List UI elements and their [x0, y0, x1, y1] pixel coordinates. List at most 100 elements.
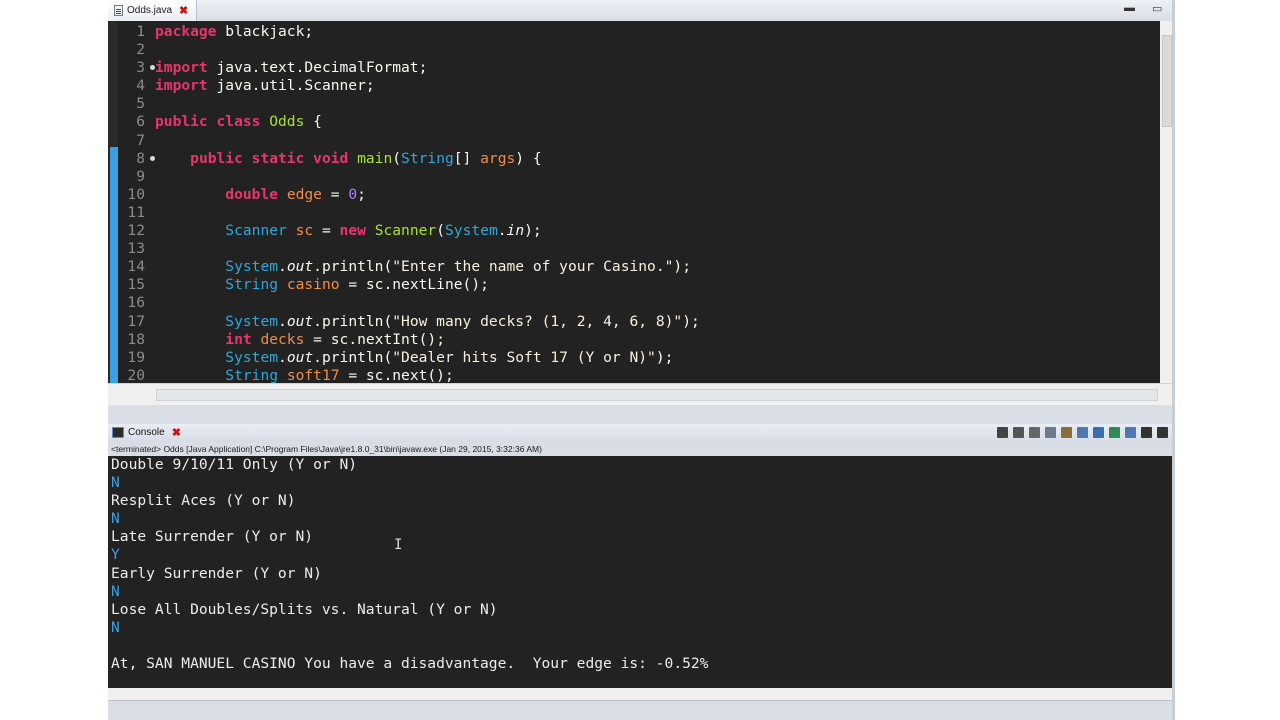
code-token: double — [225, 185, 287, 203]
pin-console-icon[interactable] — [1077, 427, 1088, 438]
code-text: import java.text.DecimalFormat; — [155, 59, 427, 77]
code-line[interactable]: 10 double edge = 0; — [118, 186, 1158, 204]
code-text: import java.util.Scanner; — [155, 77, 375, 95]
line-number: 19 — [127, 348, 145, 366]
code-text: System.out.println("Enter the name of yo… — [155, 258, 691, 276]
code-line[interactable]: 3 import java.text.DecimalFormat; — [118, 59, 1158, 77]
console-output-line: Late Surrender (Y or N) — [111, 528, 314, 546]
code-line[interactable]: 4 import java.util.Scanner; — [118, 77, 1158, 95]
code-token: ); — [655, 348, 674, 366]
code-token: String — [225, 276, 279, 294]
status-bar — [108, 700, 1172, 720]
console-output-line: Lose All Doubles/Splits vs. Natural (Y o… — [111, 600, 498, 618]
code-token: java.util.Scanner; — [207, 77, 375, 95]
code-editor[interactable]: 1 package blackjack; 2 3 import java.text.De… — [108, 21, 1172, 404]
code-token: = — [313, 222, 340, 240]
code-text: package blackjack; — [155, 23, 313, 41]
remove-all-icon[interactable] — [1029, 427, 1040, 438]
editor-tab-odds-java[interactable]: Odds.java ✖ — [108, 0, 198, 21]
code-token: ); — [524, 222, 542, 240]
close-icon[interactable]: ✖ — [172, 426, 181, 439]
code-line[interactable]: 11 — [118, 204, 1158, 222]
code-token: soft17 — [286, 366, 340, 384]
code-line[interactable]: 19 System.out.println("Dealer hits Soft … — [118, 349, 1158, 367]
code-line[interactable]: 2 — [118, 41, 1158, 59]
fold-marker-icon[interactable] — [150, 65, 155, 71]
code-token: in — [506, 222, 525, 240]
console-output[interactable]: Double 9/10/11 Only (Y or N) N Resplit Ace… — [108, 456, 1172, 688]
minimize-icon[interactable]: ▬ — [1124, 2, 1135, 14]
console-output-line: Early Surrender (Y or N) — [111, 564, 322, 582]
remove-launch-icon[interactable] — [1013, 427, 1024, 438]
code-token: int — [225, 330, 261, 348]
console-output-line: At, SAN MANUEL CASINO You have a disadva… — [111, 655, 709, 673]
code-token: ( — [392, 149, 402, 167]
code-token: import — [155, 59, 208, 77]
code-line[interactable]: 9 — [118, 168, 1158, 186]
code-line[interactable]: 1 package blackjack; — [118, 23, 1158, 41]
code-token: "Dealer hits Soft 17 (Y or N)" — [392, 348, 656, 366]
console-input-line: N — [111, 474, 120, 492]
line-number: 11 — [127, 203, 145, 221]
code-lines[interactable]: 1 package blackjack; 2 3 import java.text.De… — [118, 23, 1158, 403]
scroll-lock-icon[interactable] — [1045, 427, 1056, 438]
console-horizontal-scrollbar[interactable] — [108, 688, 1172, 700]
console-process-status: <terminated> Odds [Java Application] C:\… — [108, 442, 1172, 456]
code-line[interactable]: 18 int decks = sc.nextInt(); — [118, 331, 1158, 349]
code-token: System — [225, 348, 279, 366]
scroll-thumb[interactable] — [1162, 35, 1172, 127]
fold-marker-icon[interactable] — [150, 155, 155, 161]
code-token: args — [480, 149, 516, 167]
code-token: sc — [330, 330, 349, 348]
line-number: 8 — [118, 150, 155, 168]
code-line[interactable]: 12 Scanner sc = new Scanner(System.in); — [118, 222, 1158, 240]
code-token: { — [304, 113, 322, 131]
console-input-line: N — [111, 582, 120, 600]
code-token: String — [401, 149, 454, 167]
code-line[interactable]: 5 — [118, 95, 1158, 113]
scroll-thumb[interactable] — [156, 389, 1158, 401]
code-token: .println( — [313, 258, 393, 276]
code-line[interactable]: 13 — [118, 240, 1158, 258]
line-number: 3 — [118, 59, 155, 77]
code-token: "Enter the name of your Casino." — [392, 258, 674, 276]
close-icon[interactable]: ✖ — [179, 4, 188, 17]
new-console-icon[interactable] — [1125, 427, 1136, 438]
code-line[interactable]: 6 public class Odds { — [118, 113, 1158, 131]
code-line[interactable]: 15 String casino = sc.nextLine(); — [118, 276, 1158, 294]
line-number: 12 — [127, 222, 145, 240]
text-cursor-icon: I — [394, 537, 402, 553]
maximize-icon[interactable] — [1157, 427, 1168, 438]
code-line[interactable]: 8 public static void main(String[] args)… — [118, 150, 1158, 168]
editor-horizontal-scrollbar[interactable] — [108, 383, 1172, 405]
code-token: System — [445, 222, 498, 240]
word-wrap-icon[interactable] — [1061, 427, 1072, 438]
code-token: "How many decks? (1, 2, 4, 6, 8)" — [392, 312, 683, 330]
console-icon — [112, 427, 124, 438]
code-line[interactable]: 14 System.out.println("Enter the name of… — [118, 258, 1158, 276]
terminate-icon[interactable] — [997, 427, 1008, 438]
code-token: [] — [453, 149, 481, 167]
code-token: sc — [365, 366, 384, 384]
minimize-icon[interactable] — [1141, 427, 1152, 438]
console-output-line: Double 9/10/11 Only (Y or N) — [111, 456, 358, 473]
maximize-icon[interactable]: ▭ — [1152, 2, 1162, 15]
display-selected-icon[interactable] — [1093, 427, 1104, 438]
editor-vertical-scrollbar[interactable] — [1160, 21, 1172, 404]
code-text: public static void main(String[] args) { — [155, 149, 541, 168]
code-line[interactable]: 7 — [118, 132, 1158, 150]
line-number: 15 — [127, 276, 145, 294]
open-console-icon[interactable] — [1109, 427, 1120, 438]
code-line[interactable]: 17 System.out.println("How many decks? (… — [118, 313, 1158, 331]
code-line[interactable]: 16 — [118, 294, 1158, 312]
console-tab[interactable]: Console ✖ — [112, 426, 181, 439]
line-number: 13 — [127, 240, 145, 258]
line-number: 4 — [136, 77, 145, 95]
line-number: 14 — [127, 258, 145, 276]
